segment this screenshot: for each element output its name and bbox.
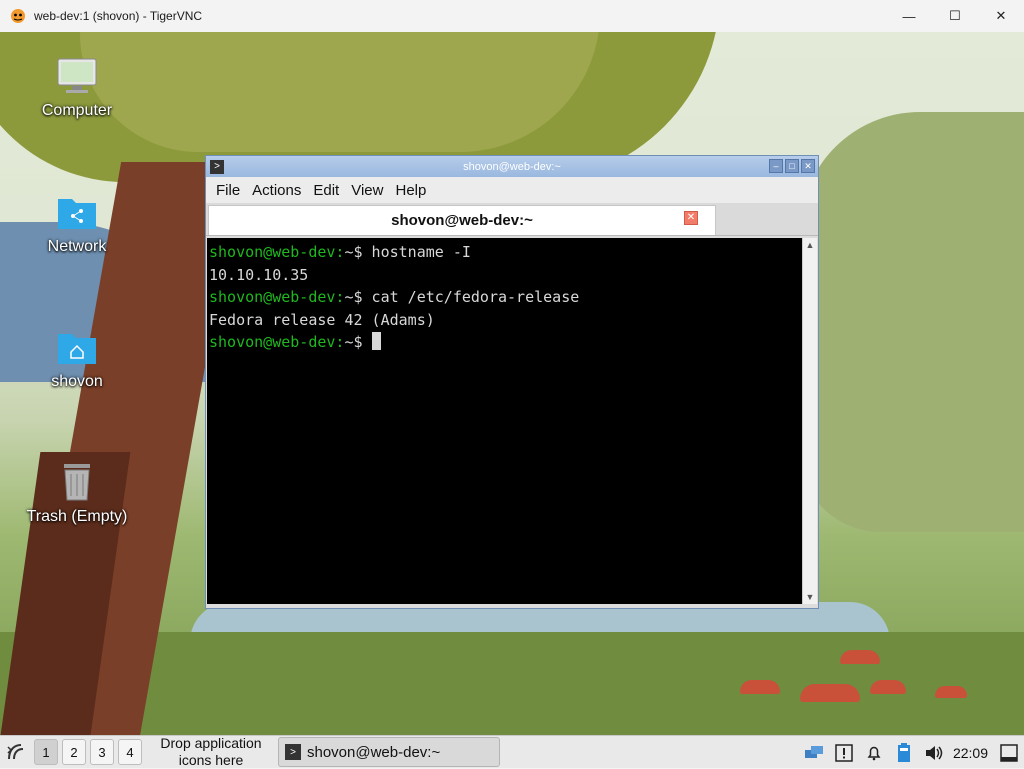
shell-prompt: shovon@web-dev: [209,243,345,261]
terminal-tab[interactable]: shovon@web-dev:~ [208,205,716,235]
wallpaper-mushroom [870,680,906,694]
command-text: ~$ [344,333,372,351]
desktop-icon-label: Network [47,238,107,255]
quicklaunch-drop-area[interactable]: Drop application icons here [150,735,272,769]
terminal-minimize-button[interactable]: – [769,159,783,173]
home-folder-icon [55,327,99,367]
menu-edit[interactable]: Edit [307,182,345,199]
vnc-window-title: web-dev:1 (shovon) - TigerVNC [34,9,203,23]
terminal-window[interactable]: > shovon@web-dev:~ – □ ✕ File Actions Ed… [205,155,819,609]
terminal-line: 10.10.10.35 [209,264,802,287]
desktop-icon-label: Computer [41,102,113,119]
trash-icon [55,462,99,502]
desktop-icon-home[interactable]: shovon [22,327,132,391]
command-text: ~$ cat /etc/fedora-release [344,288,580,306]
menu-help[interactable]: Help [389,182,432,199]
wallpaper-mushroom [740,680,780,694]
workspace-3-button[interactable]: 3 [90,739,114,765]
terminal-line: shovon@web-dev:~$ [209,331,802,354]
task-label: shovon@web-dev:~ [307,743,441,761]
alert-icon[interactable] [833,742,855,764]
computer-icon [55,56,99,96]
terminal-scrollbar[interactable]: ▲ ▼ [802,238,817,604]
workspace-4-button[interactable]: 4 [118,739,142,765]
menu-view[interactable]: View [345,182,389,199]
command-text: ~$ hostname -I [344,243,471,261]
network-folder-icon [55,192,99,232]
close-button[interactable]: ✕ [978,0,1024,32]
wallpaper-canopy-light [80,32,600,152]
network-icon[interactable] [803,742,825,764]
tigervnc-app-icon [10,8,26,24]
fedora-menu-icon[interactable] [4,740,28,764]
menu-file[interactable]: File [210,182,246,199]
taskbar-task-terminal[interactable]: > shovon@web-dev:~ [278,737,500,767]
scroll-up-icon[interactable]: ▲ [803,238,817,252]
system-tray: 22:09 [799,736,1024,769]
terminal-line: shovon@web-dev:~$ cat /etc/fedora-releas… [209,286,802,309]
terminal-tabbar: shovon@web-dev:~ ✕ [206,203,818,236]
workspace-2-button[interactable]: 2 [62,739,86,765]
notification-bell-icon[interactable] [863,742,885,764]
tab-close-icon[interactable]: ✕ [684,211,698,225]
shell-prompt: shovon@web-dev: [209,333,345,351]
shell-prompt: shovon@web-dev: [209,288,345,306]
terminal-line: shovon@web-dev:~$ hostname -I [209,241,802,264]
terminal-window-title: shovon@web-dev:~ [463,160,561,173]
taskbar: 1 2 3 4 Drop application icons here > sh… [0,735,1024,768]
volume-icon[interactable] [923,742,945,764]
desktop-icon-label: Trash (Empty) [26,508,128,525]
show-desktop-icon[interactable] [998,742,1020,764]
wallpaper-mushroom [935,686,967,698]
text-cursor [371,332,381,350]
desktop-icon-computer[interactable]: Computer [22,56,132,120]
terminal-menubar: File Actions Edit View Help [206,177,818,203]
terminal-output[interactable]: shovon@web-dev:~$ hostname -I 10.10.10.3… [207,238,802,604]
battery-icon[interactable] [893,742,915,764]
workspace-1-button[interactable]: 1 [34,739,58,765]
wallpaper-mushroom [840,650,880,664]
terminal-app-icon: > [285,744,301,760]
wallpaper-hills-right [800,112,1024,532]
terminal-maximize-button[interactable]: □ [785,159,799,173]
scroll-down-icon[interactable]: ▼ [803,590,817,604]
terminal-close-button[interactable]: ✕ [801,159,815,173]
clock[interactable]: 22:09 [953,745,988,761]
minimize-button[interactable]: — [886,0,932,32]
desktop-icon-network[interactable]: Network [22,192,132,256]
vnc-titlebar: web-dev:1 (shovon) - TigerVNC — ☐ ✕ [0,0,1024,32]
terminal-titlebar[interactable]: > shovon@web-dev:~ – □ ✕ [206,156,818,177]
terminal-tab-label: shovon@web-dev:~ [391,212,533,229]
command-output: 10.10.10.35 [209,265,309,284]
wallpaper-mushroom [800,684,860,702]
desktop-icon-trash[interactable]: Trash (Empty) [22,462,132,526]
command-output: Fedora release 42 (Adams) [209,310,435,329]
desktop-icon-label: shovon [51,373,103,390]
maximize-button[interactable]: ☐ [932,0,978,32]
terminal-line: Fedora release 42 (Adams) [209,309,802,332]
menu-actions[interactable]: Actions [246,182,307,199]
